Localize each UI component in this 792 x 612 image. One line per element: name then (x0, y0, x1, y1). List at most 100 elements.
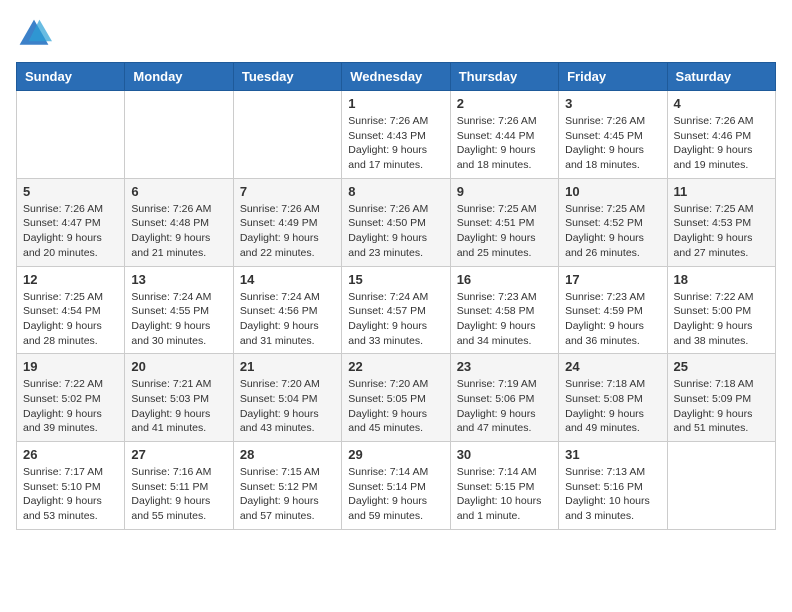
day-info: Sunrise: 7:24 AM Sunset: 4:55 PM Dayligh… (131, 290, 226, 349)
weekday-header-wednesday: Wednesday (342, 63, 450, 91)
day-number: 13 (131, 272, 226, 287)
page-header (16, 16, 776, 52)
day-info: Sunrise: 7:19 AM Sunset: 5:06 PM Dayligh… (457, 377, 552, 436)
calendar-cell: 24 Sunrise: 7:18 AM Sunset: 5:08 PM Dayli… (559, 354, 667, 442)
weekday-header-thursday: Thursday (450, 63, 558, 91)
weekday-header-row: SundayMondayTuesdayWednesdayThursdayFrid… (17, 63, 776, 91)
day-number: 5 (23, 184, 118, 199)
day-number: 19 (23, 359, 118, 374)
calendar-cell: 4 Sunrise: 7:26 AM Sunset: 4:46 PM Daylig… (667, 91, 775, 179)
calendar-cell: 17 Sunrise: 7:23 AM Sunset: 4:59 PM Dayli… (559, 266, 667, 354)
calendar-cell: 15 Sunrise: 7:24 AM Sunset: 4:57 PM Dayli… (342, 266, 450, 354)
day-info: Sunrise: 7:25 AM Sunset: 4:52 PM Dayligh… (565, 202, 660, 261)
calendar-cell: 12Sunrise: 7:25 AM Sunset: 4:54 PM Dayli… (17, 266, 125, 354)
day-number: 18 (674, 272, 769, 287)
calendar-week-row: 19 Sunrise: 7:22 AM Sunset: 5:02 PM Dayli… (17, 354, 776, 442)
day-number: 30 (457, 447, 552, 462)
day-info: Sunrise: 7:26 AM Sunset: 4:50 PM Dayligh… (348, 202, 443, 261)
logo-icon (16, 16, 52, 52)
day-info: Sunrise: 7:18 AM Sunset: 5:08 PM Dayligh… (565, 377, 660, 436)
day-number: 4 (674, 96, 769, 111)
calendar-cell: 28Sunrise: 7:15 AM Sunset: 5:12 PM Dayli… (233, 442, 341, 530)
day-number: 2 (457, 96, 552, 111)
day-info: Sunrise: 7:18 AM Sunset: 5:09 PM Dayligh… (674, 377, 769, 436)
calendar-cell: 14 Sunrise: 7:24 AM Sunset: 4:56 PM Dayli… (233, 266, 341, 354)
day-info: Sunrise: 7:26 AM Sunset: 4:45 PM Dayligh… (565, 114, 660, 173)
day-number: 22 (348, 359, 443, 374)
day-number: 7 (240, 184, 335, 199)
day-info: Sunrise: 7:26 AM Sunset: 4:46 PM Dayligh… (674, 114, 769, 173)
day-number: 21 (240, 359, 335, 374)
day-number: 15 (348, 272, 443, 287)
day-number: 3 (565, 96, 660, 111)
day-number: 23 (457, 359, 552, 374)
calendar-cell: 5Sunrise: 7:26 AM Sunset: 4:47 PM Daylig… (17, 178, 125, 266)
day-number: 29 (348, 447, 443, 462)
calendar-cell: 8 Sunrise: 7:26 AM Sunset: 4:50 PM Daylig… (342, 178, 450, 266)
day-number: 31 (565, 447, 660, 462)
calendar-cell: 13 Sunrise: 7:24 AM Sunset: 4:55 PM Dayli… (125, 266, 233, 354)
logo (16, 16, 56, 52)
day-info: Sunrise: 7:22 AM Sunset: 5:02 PM Dayligh… (23, 377, 118, 436)
day-info: Sunrise: 7:20 AM Sunset: 5:04 PM Dayligh… (240, 377, 335, 436)
day-number: 17 (565, 272, 660, 287)
weekday-header-monday: Monday (125, 63, 233, 91)
calendar-cell (667, 442, 775, 530)
calendar-cell: 16 Sunrise: 7:23 AM Sunset: 4:58 PM Dayli… (450, 266, 558, 354)
calendar-cell (233, 91, 341, 179)
day-info: Sunrise: 7:23 AM Sunset: 4:59 PM Dayligh… (565, 290, 660, 349)
day-number: 27 (131, 447, 226, 462)
calendar-week-row: 1Sunrise: 7:26 AM Sunset: 4:43 PM Daylig… (17, 91, 776, 179)
calendar-week-row: 12Sunrise: 7:25 AM Sunset: 4:54 PM Dayli… (17, 266, 776, 354)
calendar-week-row: 26Sunrise: 7:17 AM Sunset: 5:10 PM Dayli… (17, 442, 776, 530)
calendar-cell: 25 Sunrise: 7:18 AM Sunset: 5:09 PM Dayli… (667, 354, 775, 442)
calendar-cell: 21 Sunrise: 7:20 AM Sunset: 5:04 PM Dayli… (233, 354, 341, 442)
day-info: Sunrise: 7:25 AM Sunset: 4:53 PM Dayligh… (674, 202, 769, 261)
weekday-header-sunday: Sunday (17, 63, 125, 91)
day-number: 6 (131, 184, 226, 199)
day-number: 25 (674, 359, 769, 374)
calendar-cell: 27 Sunrise: 7:16 AM Sunset: 5:11 PM Dayli… (125, 442, 233, 530)
calendar-cell: 18Sunrise: 7:22 AM Sunset: 5:00 PM Dayli… (667, 266, 775, 354)
calendar-cell: 9 Sunrise: 7:25 AM Sunset: 4:51 PM Daylig… (450, 178, 558, 266)
day-number: 9 (457, 184, 552, 199)
day-info: Sunrise: 7:25 AM Sunset: 4:51 PM Dayligh… (457, 202, 552, 261)
day-info: Sunrise: 7:26 AM Sunset: 4:49 PM Dayligh… (240, 202, 335, 261)
calendar-cell: 6Sunrise: 7:26 AM Sunset: 4:48 PM Daylig… (125, 178, 233, 266)
calendar-table: SundayMondayTuesdayWednesdayThursdayFrid… (16, 62, 776, 530)
weekday-header-saturday: Saturday (667, 63, 775, 91)
calendar-cell (125, 91, 233, 179)
day-info: Sunrise: 7:24 AM Sunset: 4:57 PM Dayligh… (348, 290, 443, 349)
calendar-cell: 22Sunrise: 7:20 AM Sunset: 5:05 PM Dayli… (342, 354, 450, 442)
day-number: 26 (23, 447, 118, 462)
day-info: Sunrise: 7:24 AM Sunset: 4:56 PM Dayligh… (240, 290, 335, 349)
day-number: 8 (348, 184, 443, 199)
calendar-week-row: 5Sunrise: 7:26 AM Sunset: 4:47 PM Daylig… (17, 178, 776, 266)
day-number: 14 (240, 272, 335, 287)
day-info: Sunrise: 7:23 AM Sunset: 4:58 PM Dayligh… (457, 290, 552, 349)
day-info: Sunrise: 7:15 AM Sunset: 5:12 PM Dayligh… (240, 465, 335, 524)
calendar-cell: 10 Sunrise: 7:25 AM Sunset: 4:52 PM Dayli… (559, 178, 667, 266)
calendar-cell: 11 Sunrise: 7:25 AM Sunset: 4:53 PM Dayli… (667, 178, 775, 266)
day-info: Sunrise: 7:14 AM Sunset: 5:14 PM Dayligh… (348, 465, 443, 524)
day-number: 1 (348, 96, 443, 111)
calendar-cell: 19 Sunrise: 7:22 AM Sunset: 5:02 PM Dayli… (17, 354, 125, 442)
calendar-cell: 2Sunrise: 7:26 AM Sunset: 4:44 PM Daylig… (450, 91, 558, 179)
day-number: 24 (565, 359, 660, 374)
day-info: Sunrise: 7:14 AM Sunset: 5:15 PM Dayligh… (457, 465, 552, 524)
calendar-cell: 29 Sunrise: 7:14 AM Sunset: 5:14 PM Dayli… (342, 442, 450, 530)
day-info: Sunrise: 7:21 AM Sunset: 5:03 PM Dayligh… (131, 377, 226, 436)
weekday-header-friday: Friday (559, 63, 667, 91)
day-info: Sunrise: 7:16 AM Sunset: 5:11 PM Dayligh… (131, 465, 226, 524)
day-number: 20 (131, 359, 226, 374)
calendar-cell: 31 Sunrise: 7:13 AM Sunset: 5:16 PM Dayli… (559, 442, 667, 530)
calendar-cell: 30 Sunrise: 7:14 AM Sunset: 5:15 PM Dayli… (450, 442, 558, 530)
calendar-cell: 23 Sunrise: 7:19 AM Sunset: 5:06 PM Dayli… (450, 354, 558, 442)
day-number: 11 (674, 184, 769, 199)
day-info: Sunrise: 7:13 AM Sunset: 5:16 PM Dayligh… (565, 465, 660, 524)
day-number: 10 (565, 184, 660, 199)
weekday-header-tuesday: Tuesday (233, 63, 341, 91)
calendar-cell: 7 Sunrise: 7:26 AM Sunset: 4:49 PM Daylig… (233, 178, 341, 266)
day-info: Sunrise: 7:25 AM Sunset: 4:54 PM Dayligh… (23, 290, 118, 349)
day-number: 16 (457, 272, 552, 287)
